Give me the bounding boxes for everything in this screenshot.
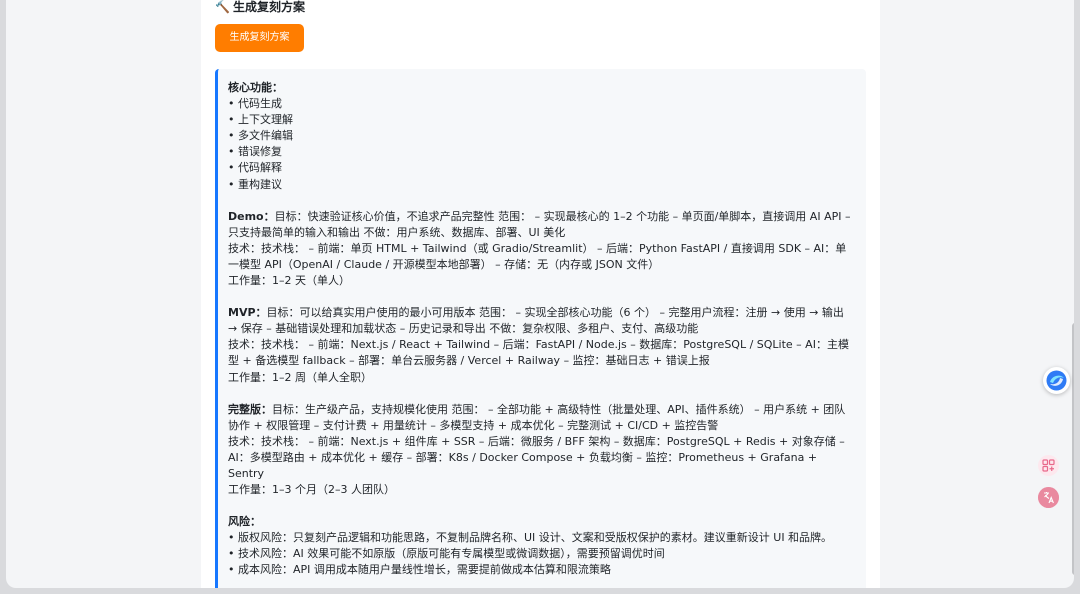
mvp-goal-text: 目标：可以给真实用户使用的最小可用版本 范围： – 实现全部核心功能（6 个） … xyxy=(228,306,844,336)
full-label: 完整版： xyxy=(228,402,272,416)
mvp-goal: MVP：目标：可以给真实用户使用的最小可用版本 范围： – 实现全部核心功能（6… xyxy=(228,305,852,337)
generate-plan-button[interactable]: 生成复刻方案 xyxy=(215,24,304,52)
list-item: • 代码生成 xyxy=(228,97,282,111)
full-goal-text: 目标：生产级产品，支持规模化使用 范围： – 全部功能 + 高级特性（批量处理、… xyxy=(228,402,846,432)
risk-heading: 风险： xyxy=(228,515,261,529)
list-item: • 版权风险：只复刻产品逻辑和功能思路，不复制品牌名称、UI 设计、文案和受版权… xyxy=(228,531,833,545)
full-tech: 技术：技术栈： – 前端：Next.js + 组件库 + SSR – 后端：微服… xyxy=(228,434,845,480)
translate-icon[interactable] xyxy=(1038,487,1059,508)
scrollbar-thumb[interactable] xyxy=(1072,323,1074,575)
app-window: 🔨 生成复刻方案 生成复刻方案 核心功能： • 代码生成 • 上下文理解 • 多文… xyxy=(6,0,1074,588)
demo-label: Demo： xyxy=(228,209,275,223)
mvp-effort: 工作量：1–2 周（单人全职） xyxy=(228,370,372,384)
full-effort: 工作量：1–3 个月（2–3 人团队） xyxy=(228,483,395,497)
list-item: • 重构建议 xyxy=(228,177,282,191)
list-item: • 成本风险：API 调用成本随用户量线性增长，需要提前做成本估算和限流策略 xyxy=(228,563,611,577)
apps-grid-icon[interactable] xyxy=(1038,455,1059,476)
list-item: • 错误修复 xyxy=(228,145,282,159)
list-item: • 上下文理解 xyxy=(228,113,293,127)
demo-effort: 工作量：1–2 天（单人） xyxy=(228,274,350,288)
demo-goal: Demo：目标：快速验证核心价值，不追求产品完整性 范围： – 实现最核心的 1… xyxy=(228,209,852,241)
demo-goal-text: 目标：快速验证核心价值，不追求产品完整性 范围： – 实现最核心的 1–2 个功… xyxy=(228,209,851,239)
result-block: 核心功能： • 代码生成 • 上下文理解 • 多文件编辑 • 错误修复 • 代码… xyxy=(215,69,866,588)
demo-tech: 技术：技术栈： – 前端：单页 HTML + Tailwind（或 Gradio… xyxy=(228,241,847,271)
full-goal: 完整版：目标：生产级产品，支持规模化使用 范围： – 全部功能 + 高级特性（批… xyxy=(228,402,852,434)
section-title-text: 生成复刻方案 xyxy=(232,0,305,14)
ai-assistant-icon[interactable] xyxy=(1043,367,1070,394)
list-item: • 多文件编辑 xyxy=(228,129,293,143)
content-panel: 🔨 生成复刻方案 生成复刻方案 核心功能： • 代码生成 • 上下文理解 • 多文… xyxy=(201,0,880,588)
section-title: 🔨 生成复刻方案 xyxy=(215,0,305,15)
mvp-tech: 技术：技术栈： – 前端：Next.js / React + Tailwind … xyxy=(228,338,849,368)
hammer-icon: 🔨 xyxy=(215,0,230,14)
list-item: • 技术风险：AI 效果可能不如原版（原版可能有专属模型或微调数据），需要预留调… xyxy=(228,547,665,561)
core-heading: 核心功能： xyxy=(228,81,283,94)
list-item: • 代码解释 xyxy=(228,161,282,175)
mvp-label: MVP： xyxy=(228,306,267,320)
